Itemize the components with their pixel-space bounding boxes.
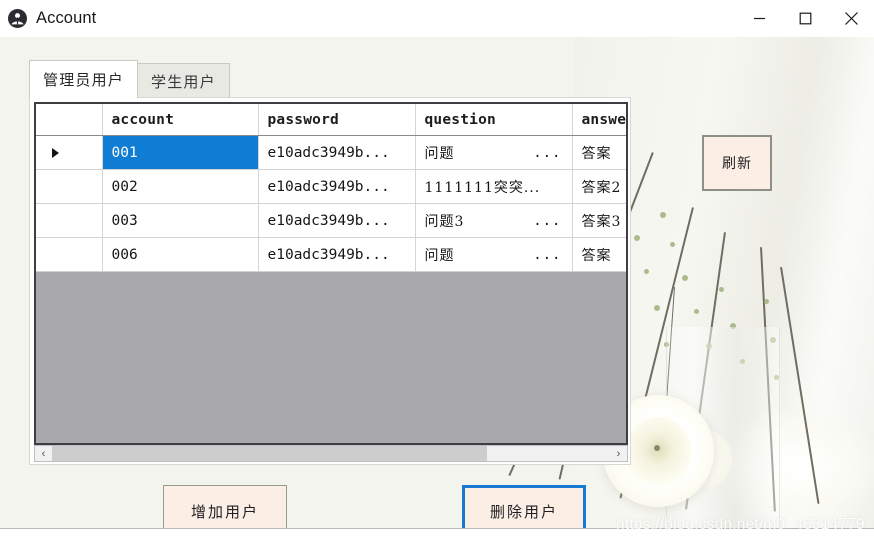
tab-student-users[interactable]: 学生用户 [137, 63, 230, 98]
cell-question[interactable]: 问题 ... [415, 135, 573, 170]
refresh-button[interactable]: 刷新 [702, 135, 772, 191]
account-window: Account 管理员用户 学生用户 account password ques… [0, 0, 874, 541]
scrollbar-thumb[interactable] [52, 446, 488, 461]
window-controls [736, 0, 874, 37]
current-row-arrow-icon [52, 147, 59, 158]
cell-answer[interactable]: 答案2 [572, 169, 626, 204]
row-marker-cell[interactable] [36, 135, 103, 170]
add-user-button[interactable]: 增加用户 [163, 485, 287, 529]
cell-answer[interactable]: 答案 [572, 237, 626, 272]
tab-panel: account password question answer 001 e10… [29, 97, 631, 465]
title-bar: Account [0, 0, 874, 37]
cell-question[interactable]: 问题3 ... [415, 203, 573, 238]
row-marker-cell[interactable] [36, 237, 103, 272]
watermark-text: https://blog.csdn.net/m0_46314779 [616, 516, 865, 529]
tab-admin-users[interactable]: 管理员用户 [29, 60, 139, 98]
maximize-icon[interactable] [782, 0, 828, 37]
tab-strip: 管理员用户 学生用户 [29, 60, 230, 98]
client-area: 管理员用户 学生用户 account password question ans… [0, 37, 874, 529]
window-title: Account [36, 9, 97, 27]
row-marker-cell[interactable] [36, 203, 103, 238]
account-table: account password question answer 001 e10… [36, 104, 626, 272]
cell-question[interactable]: 1111111突突... [415, 169, 573, 204]
column-header-account[interactable]: account [102, 104, 259, 136]
cell-account[interactable]: 002 [102, 169, 259, 204]
table-row[interactable]: 003 e10adc3949b... 问题3 ... 答案3 [36, 203, 626, 238]
cell-question-ellipsis: ... [533, 212, 562, 229]
cell-password[interactable]: e10adc3949b... [258, 135, 416, 170]
user-circle-icon [8, 9, 27, 28]
minimize-icon[interactable] [736, 0, 782, 37]
column-header-rowmarker[interactable] [36, 104, 103, 136]
column-header-password[interactable]: password [258, 104, 416, 136]
table-header-row: account password question answer [36, 104, 626, 136]
table-row[interactable]: 002 e10adc3949b... 1111111突突... 答案2 [36, 169, 626, 204]
table-row[interactable]: 001 e10adc3949b... 问题 ... 答案 [36, 135, 626, 170]
cell-password[interactable]: e10adc3949b... [258, 169, 416, 204]
scroll-right-arrow-icon[interactable]: › [610, 446, 627, 461]
scroll-left-arrow-icon[interactable]: ‹ [35, 446, 52, 461]
cell-question-text: 1111111突突... [424, 179, 541, 196]
cell-account[interactable]: 003 [102, 203, 259, 238]
cell-question-text: 问题 [424, 247, 455, 264]
cell-answer[interactable]: 答案3 [572, 203, 626, 238]
cell-answer[interactable]: 答案 [572, 135, 626, 170]
cell-question[interactable]: 问题 ... [415, 237, 573, 272]
close-icon[interactable] [828, 0, 874, 37]
horizontal-scrollbar[interactable]: ‹ › [34, 445, 628, 462]
column-header-question[interactable]: question [415, 104, 573, 136]
delete-user-button[interactable]: 删除用户 [462, 485, 586, 529]
column-header-answer[interactable]: answer [572, 104, 626, 136]
cell-account[interactable]: 001 [102, 135, 259, 170]
cell-question-text: 问题3 [424, 213, 465, 230]
cell-question-text: 问题 [424, 145, 455, 162]
scrollbar-track[interactable] [52, 446, 610, 461]
cell-account[interactable]: 006 [102, 237, 259, 272]
account-datagrid[interactable]: account password question answer 001 e10… [34, 102, 628, 445]
table-row[interactable]: 006 e10adc3949b... 问题 ... 答案 [36, 237, 626, 272]
cell-password[interactable]: e10adc3949b... [258, 237, 416, 272]
cell-question-ellipsis: ... [533, 144, 562, 161]
cell-question-ellipsis: ... [533, 246, 562, 263]
cell-password[interactable]: e10adc3949b... [258, 203, 416, 238]
row-marker-cell[interactable] [36, 169, 103, 204]
